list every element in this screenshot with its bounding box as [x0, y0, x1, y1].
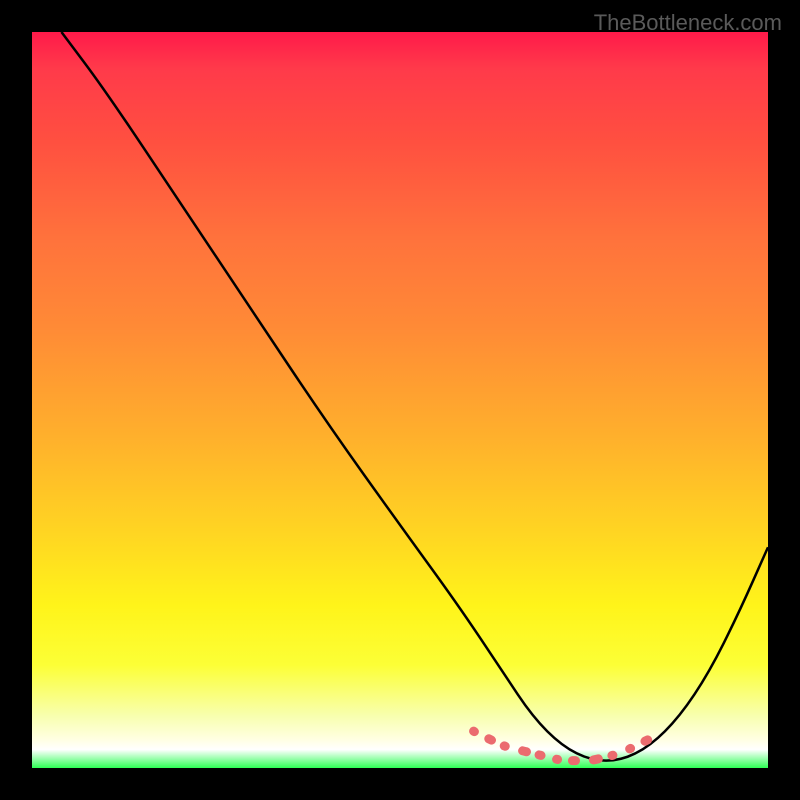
chart-plot-area — [32, 32, 768, 768]
chart-svg — [32, 32, 768, 768]
watermark-text: TheBottleneck.com — [594, 10, 782, 36]
bottleneck-curve — [61, 32, 768, 761]
marker-dots — [474, 731, 651, 760]
